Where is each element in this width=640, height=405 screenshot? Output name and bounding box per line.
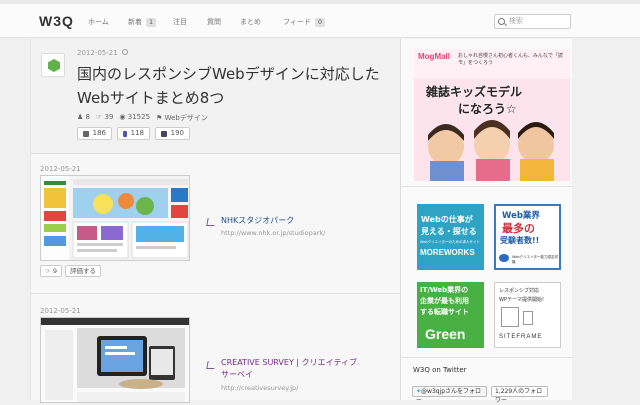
facebook-share-button[interactable]: 190: [155, 127, 190, 140]
nav-new-label: 新着: [128, 18, 142, 26]
cube-icon: [48, 59, 60, 72]
entry-title-link[interactable]: NHKスタジオパーク: [221, 215, 294, 226]
siteframe-logo: SITEFRAME: [499, 334, 543, 340]
device-icon: [501, 307, 519, 327]
twitter-follow-button[interactable]: ✦@w3qjpさんをフォロー: [412, 386, 487, 404]
exam-line3: 受験者数!!: [500, 236, 540, 245]
exam-small: Webクリエイター能力認定試験: [512, 255, 558, 264]
moreworks-line2: 見える・探せる: [421, 227, 477, 236]
green-logo: Green: [425, 326, 466, 342]
external-link-icon: [206, 361, 216, 369]
entry-title-link[interactable]: CREATIVE SURVEY | クリエイティブサーベイ: [221, 357, 361, 381]
sidebar-divider: [401, 186, 573, 187]
entry-nhk: 2012-05-21 NHKスタジオパーク http://www.nhk.or.…: [31, 154, 401, 294]
top-bar: W3Q ホーム 新着 1 注目 質問 まとめ フィード 0 検索: [0, 0, 640, 38]
main-content: 2012-05-21 国内のレスポンシブWebデザインに対応したWebサイトまと…: [30, 39, 401, 403]
article-meta: ♟ 8 ☞ 39 ◉ 31525 ⚑ Webデザイン: [77, 113, 208, 123]
like-button[interactable]: ☞ 9: [40, 265, 63, 277]
hatena-share-button[interactable]: 186: [77, 127, 112, 140]
permalink-icon[interactable]: [121, 49, 128, 55]
entry-thumbnail[interactable]: [40, 175, 190, 261]
site-logo[interactable]: W3Q: [39, 13, 74, 29]
phone-icon: [523, 311, 533, 325]
exam-logo-icon: [499, 254, 509, 262]
twitter-icon: [123, 130, 127, 137]
external-link-icon: [206, 218, 216, 226]
mogmall-headline-2: になろう☆: [458, 102, 517, 116]
mogmall-headline: 雑誌キッズモデル: [426, 85, 523, 99]
nav-questions[interactable]: 質問: [207, 17, 240, 27]
nav-feed-badge: 0: [314, 17, 326, 27]
twitter-share-button[interactable]: 118: [117, 127, 150, 140]
search-placeholder: 検索: [509, 17, 523, 25]
mogmall-tagline: おしゃれ自慢さん初心者くんも、みんなで「読モ」をつくろう: [458, 53, 563, 66]
top-edge: [0, 0, 640, 4]
mogmall-logo: MogMall: [418, 52, 450, 61]
likes-count: ☞ 39: [95, 113, 114, 121]
nav-summaries-label: まとめ: [240, 18, 261, 26]
nav-summaries[interactable]: まとめ: [240, 17, 283, 27]
article-date: 2012-05-21: [77, 49, 128, 57]
search-icon: [498, 18, 505, 25]
nav-home[interactable]: ホーム: [88, 17, 128, 27]
nav-feed[interactable]: フィード 0: [283, 17, 328, 27]
sidebar: MogMall おしゃれ自慢さん初心者くんも、みんなで「読モ」をつくろう 雑誌キ…: [400, 39, 573, 404]
entry-thumbnail[interactable]: [40, 317, 190, 403]
nav-new-badge: 1: [146, 17, 157, 27]
nav-new[interactable]: 新着 1: [128, 17, 173, 27]
entry-creative-survey: 2012-05-21 CREATIVE SURVEY | クリエイティブサーベイ…: [31, 294, 401, 403]
main-nav: ホーム 新着 1 注目 質問 まとめ フィード 0: [88, 17, 328, 27]
entry-date: 2012-05-21: [40, 307, 81, 315]
web-exam-ad[interactable]: Web業界 最多の 受験者数!! Webクリエイター能力認定試験: [494, 204, 561, 270]
mogmall-ad[interactable]: MogMall おしゃれ自慢さん初心者くんも、みんなで「読モ」をつくろう 雑誌キ…: [414, 49, 570, 181]
search-input[interactable]: 検索: [494, 14, 571, 29]
tag-link[interactable]: ⚑ Webデザイン: [156, 113, 208, 123]
nav-featured[interactable]: 注目: [173, 17, 207, 27]
nav-feed-label: フィード: [283, 18, 311, 26]
nav-home-label: ホーム: [88, 18, 109, 26]
entry-like-bar: ☞ 9 評価する: [40, 265, 102, 277]
article-title[interactable]: 国内のレスポンシブWebデザインに対応したWebサイトまとめ8つ: [77, 62, 387, 110]
green-ad[interactable]: IT/Web業界の 企業が最も利用 する転職サイト Green: [417, 282, 484, 348]
views-count: ◉ 31525: [119, 113, 151, 121]
entry-url[interactable]: http://creativesurvey.jp/: [221, 384, 298, 392]
share-buttons: 186 118 190: [77, 127, 190, 140]
nhk-screenshot: [41, 176, 189, 260]
exam-line2: 最多の: [502, 222, 535, 235]
entry-url[interactable]: http://www.nhk.or.jp/studiopark/: [221, 229, 325, 237]
facebook-icon: [161, 130, 167, 137]
category-box[interactable]: [41, 53, 65, 77]
moreworks-line1: Webの仕事が: [421, 215, 473, 224]
featured-article: 2012-05-21 国内のレスポンシブWebデザインに対応したWebサイトまと…: [31, 39, 401, 154]
siteframe-text: レスポンシブ対応 WPテーマ提供開始!: [499, 288, 544, 303]
twitter-follower-count[interactable]: 1,229人のフォロワー: [491, 386, 548, 404]
users-count: ♟ 8: [77, 113, 90, 121]
green-text: IT/Web業界の 企業が最も利用 する転職サイト: [420, 286, 469, 316]
hatena-icon: [83, 130, 89, 137]
moreworks-ad[interactable]: Webの仕事が 見える・探せる Webクリエイターのための求人サイト MOREW…: [417, 204, 484, 270]
siteframe-ad[interactable]: レスポンシブ対応 WPテーマ提供開始! SITEFRAME: [494, 282, 561, 348]
nav-questions-label: 質問: [207, 18, 221, 26]
sidebar-divider-2: [401, 357, 573, 358]
twitter-section-title: W3Q on Twitter: [413, 366, 467, 374]
entry-date: 2012-05-21: [40, 165, 81, 173]
creative-survey-screenshot: [41, 318, 189, 402]
rate-button[interactable]: 評価する: [65, 265, 102, 277]
moreworks-small: Webクリエイターのための求人サイト: [420, 240, 480, 244]
moreworks-logo: MOREWORKS: [420, 248, 475, 257]
nav-featured-label: 注目: [173, 18, 187, 26]
